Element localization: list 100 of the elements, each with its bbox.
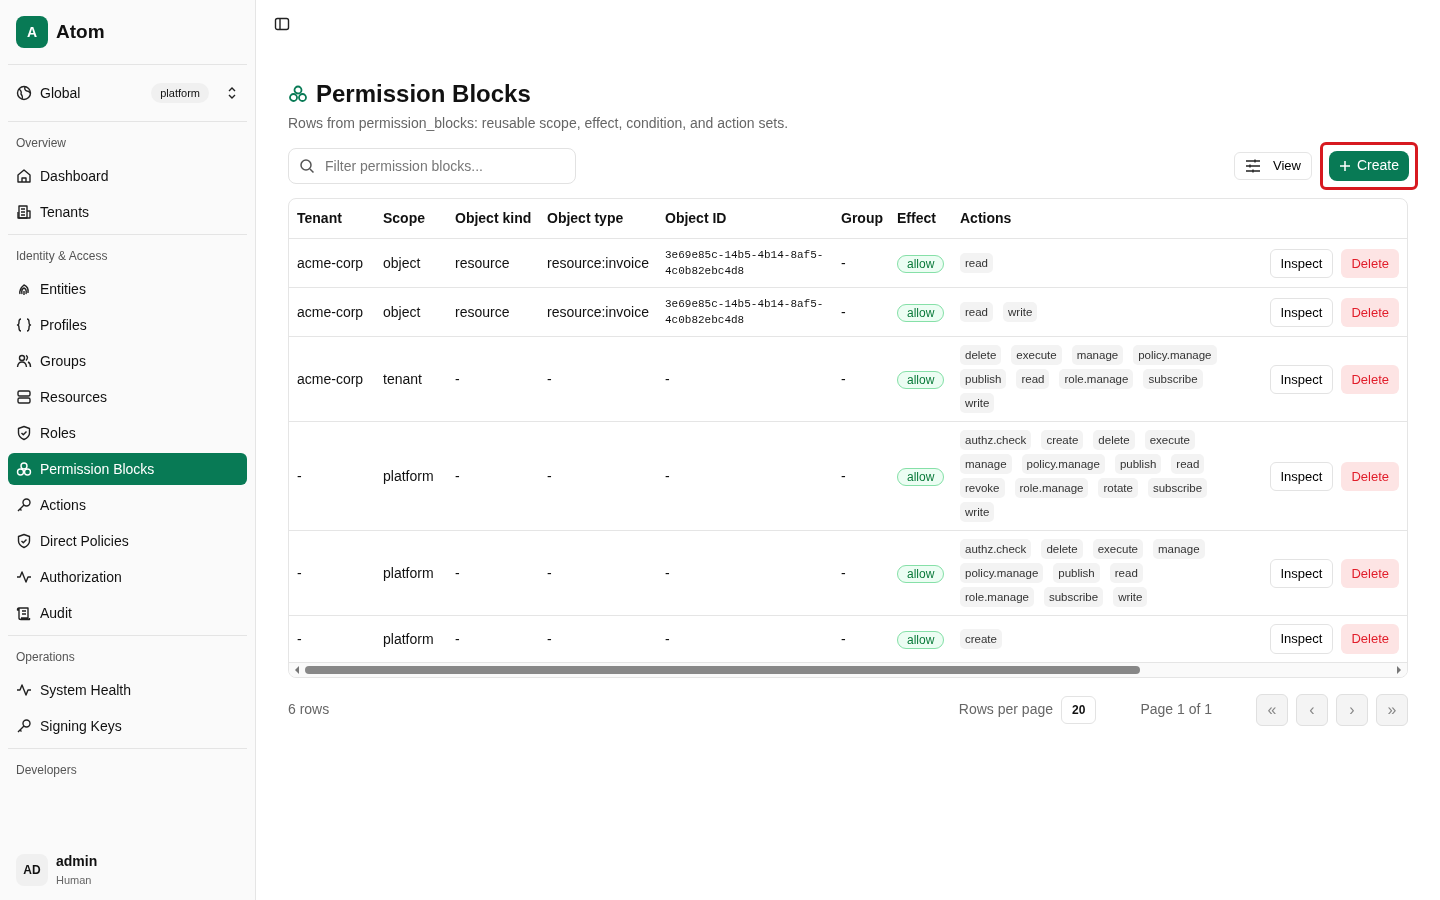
table-cell: object — [383, 303, 421, 320]
action-tag: subscribe — [1043, 587, 1104, 608]
action-tag: execute — [1011, 345, 1062, 366]
effect-badge: allow — [897, 630, 945, 649]
column-header: Actions — [952, 198, 1232, 239]
sidebar-item[interactable]: Permission Blocks — [8, 453, 247, 485]
table-cell: - — [455, 630, 460, 647]
effect-badge: allow — [897, 303, 945, 322]
table-cell: - — [547, 564, 552, 581]
building-icon — [16, 204, 32, 220]
action-tag: policy.manage — [1021, 454, 1105, 475]
table-cell: - — [547, 630, 552, 647]
inspect-button[interactable]: Inspect — [1269, 461, 1334, 492]
action-tag: write — [1003, 302, 1038, 323]
logo: A — [16, 16, 48, 48]
column-header: Group — [833, 198, 889, 239]
blocks-icon — [16, 461, 32, 477]
table-cell: - — [297, 467, 302, 484]
delete-button[interactable]: Delete — [1341, 558, 1399, 589]
table-cell: - — [297, 630, 302, 647]
effect-badge: allow — [897, 564, 945, 583]
table-cell: resource:invoice — [547, 254, 649, 271]
sidebar-item[interactable]: System Health — [8, 674, 247, 706]
action-tag: read — [1171, 454, 1205, 475]
table-cell: resource — [455, 303, 510, 320]
effect-badge: allow — [897, 467, 945, 486]
table-cell: platform — [383, 564, 434, 581]
action-tag: execute — [1144, 430, 1195, 451]
table-cell: resource:invoice — [547, 303, 649, 320]
table-cell: tenant — [383, 370, 422, 387]
delete-button[interactable]: Delete — [1341, 461, 1399, 492]
sidebar-toggle-icon[interactable] — [274, 16, 290, 32]
table-cell-text: 3e69e85c-14b5-4b14-8af5-4c0b82ebc4d8 — [665, 297, 825, 329]
table-cell: acme-corp — [297, 303, 364, 320]
delete-button[interactable]: Delete — [1341, 364, 1399, 395]
braces-icon — [16, 317, 32, 333]
sidebar-item[interactable]: Groups — [8, 345, 247, 377]
scroll-left-icon[interactable] — [293, 665, 301, 674]
sidebar-item[interactable]: Tenants — [8, 196, 247, 228]
action-tag: subscribe — [1143, 369, 1203, 390]
user-avatar: AD — [16, 854, 48, 886]
table-cell: resource — [455, 254, 510, 271]
user-role: Human — [56, 873, 93, 889]
sidebar-item[interactable]: Entities — [8, 273, 247, 305]
action-tag: role.manage — [960, 587, 1034, 608]
sidebar-item[interactable]: Signing Keys — [8, 710, 247, 742]
table-cell: acme-corp — [297, 254, 364, 271]
inspect-button[interactable]: Inspect — [1269, 364, 1334, 395]
action-tag: publish — [960, 369, 1007, 390]
action-tag: create — [1041, 430, 1084, 451]
view-button[interactable]: View — [1234, 151, 1312, 180]
effect-badge: allow — [897, 254, 945, 273]
sidebar-item[interactable]: Dashboard — [8, 160, 247, 192]
action-tag: read — [960, 302, 994, 323]
table-cell: - — [841, 564, 846, 581]
sidebar-item[interactable]: Profiles — [8, 309, 247, 341]
action-tag: authz.check — [960, 430, 1032, 451]
table-cell: - — [841, 303, 846, 320]
server-icon — [16, 389, 32, 405]
table-cell: object — [383, 254, 421, 271]
table-cell: platform — [383, 467, 434, 484]
action-tag: read — [1016, 369, 1050, 390]
table-cell: - — [841, 254, 846, 271]
inspect-button[interactable]: Inspect — [1269, 558, 1334, 589]
fingerprint-icon — [16, 281, 32, 297]
section-label: Developers — [15, 762, 78, 779]
inspect-button[interactable]: Inspect — [1269, 624, 1334, 654]
table-cell: - — [455, 467, 460, 484]
scope-badge: platform — [151, 82, 209, 104]
delete-button[interactable]: Delete — [1341, 248, 1399, 279]
plus-icon — [1338, 159, 1351, 172]
search-field[interactable]: Filter permission blocks... — [288, 147, 576, 184]
inspect-button[interactable]: Inspect — [1269, 297, 1334, 328]
sidebar-item[interactable]: Actions — [8, 489, 247, 521]
sidebar-item[interactable]: Roles — [8, 417, 247, 449]
delete-button[interactable]: Delete — [1341, 624, 1399, 654]
create-button[interactable]: Create — [1328, 150, 1409, 181]
sidebar-item[interactable]: Resources — [8, 381, 247, 413]
scroll-right-icon[interactable] — [1395, 665, 1403, 674]
activity-icon — [16, 569, 32, 585]
scope-label: Global — [40, 83, 81, 103]
table-cell: - — [547, 370, 552, 387]
action-tag: publish — [1114, 454, 1162, 475]
sidebar-item[interactable]: Authorization — [8, 561, 247, 593]
action-tag: subscribe — [1147, 478, 1208, 499]
rows-per-page-label: Rows per page — [958, 700, 1053, 720]
action-tag: role.manage — [1059, 369, 1134, 390]
sidebar-item[interactable]: Direct Policies — [8, 525, 247, 557]
column-header: Effect — [889, 198, 952, 239]
action-tag: write — [960, 502, 995, 523]
action-tag: write — [1113, 587, 1148, 608]
table-cell: - — [665, 630, 670, 647]
inspect-button[interactable]: Inspect — [1269, 248, 1334, 279]
column-header: Object ID — [657, 198, 833, 239]
scope-switcher[interactable]: Global platform — [0, 65, 255, 121]
delete-button[interactable]: Delete — [1341, 297, 1399, 328]
effect-badge: allow — [897, 370, 945, 389]
rows-per-page-select[interactable]: 20 — [1061, 695, 1097, 724]
table-cell: - — [455, 564, 460, 581]
sidebar-item[interactable]: Audit — [8, 597, 247, 629]
